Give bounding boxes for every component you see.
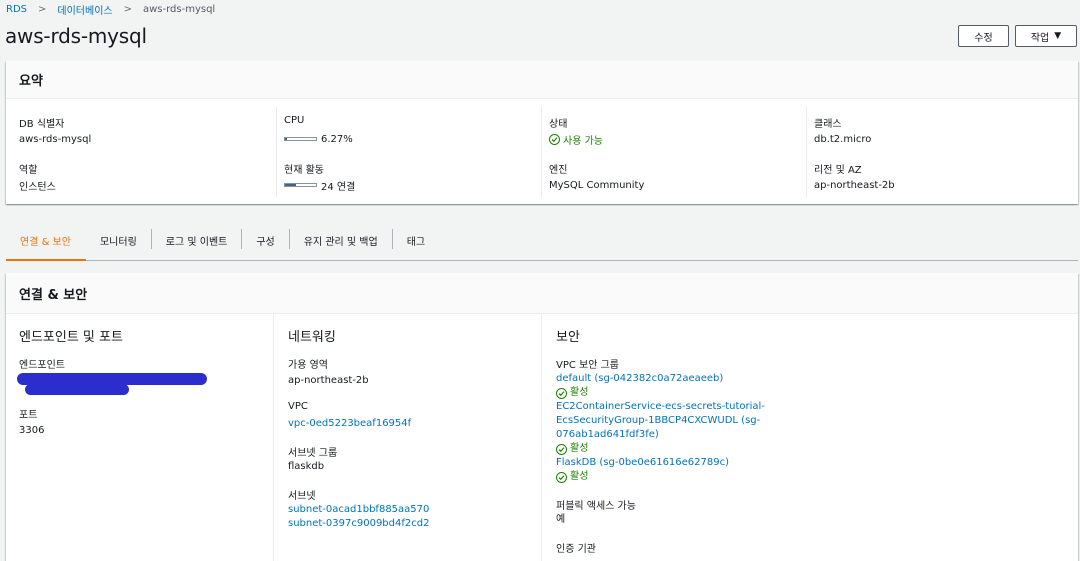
chevron-right-icon: >: [38, 3, 47, 15]
vpc-label: VPC: [288, 401, 308, 412]
endpoint-section-title: 엔드포인트 및 포트: [19, 330, 123, 345]
engine-label: 엔진: [549, 165, 568, 176]
security-group-status: 활성: [556, 470, 941, 484]
tab-maintenance-backups[interactable]: 유지 관리 및 백업: [290, 221, 393, 261]
tab-connectivity[interactable]: 연결 & 보안: [6, 221, 86, 261]
port-label: 포트: [19, 410, 38, 421]
class-label: 클래스: [814, 119, 842, 130]
security-section-title: 보안: [556, 330, 580, 345]
region-value: ap-northeast-2b: [814, 179, 895, 191]
check-circle-icon: [556, 443, 567, 455]
status-value: 사용 가능: [563, 135, 603, 147]
az-label: 가용 영역: [288, 360, 328, 371]
subnet-group-value: flaskdb: [288, 461, 325, 472]
security-group-status: 활성: [556, 386, 941, 400]
activity-value: 24 연결: [321, 181, 356, 193]
security-group-link[interactable]: EC2ContainerService-ecs-secrets-tutorial…: [556, 400, 941, 442]
port-value: 3306: [19, 425, 45, 436]
breadcrumb-rds-link[interactable]: RDS: [6, 4, 27, 15]
activity-label: 현재 활동: [284, 165, 324, 176]
connectivity-panel: 연결 & 보안 엔드포인트 및 포트 엔드포인트 포트 3306 네트워킹 가용…: [6, 273, 1078, 561]
summary-column-class: 클래스 db.t2.micro 리전 및 AZ ap-northeast-2b: [806, 107, 895, 197]
check-circle-icon: [556, 471, 567, 483]
networking-section: 네트워킹 가용 영역 ap-northeast-2b VPC vpc-0ed52…: [273, 314, 538, 561]
actions-label: 작업: [1030, 32, 1050, 44]
endpoint-value-redacted: [17, 368, 274, 400]
public-access-label: 퍼블릭 액세스 가능: [556, 501, 636, 512]
breadcrumb-current: aws-rds-mysql: [142, 3, 216, 15]
breadcrumb: RDS > 데이터베이스 > aws-rds-mysql: [6, 2, 216, 17]
status-label: 상태: [549, 119, 568, 130]
security-group-link[interactable]: default (sg-042382c0a72aeaeeb): [556, 372, 941, 386]
subnet-link[interactable]: subnet-0acad1bbf885aa570: [288, 503, 538, 517]
cpu-progress-bar: [284, 137, 317, 141]
summary-title: 요약: [6, 61, 1078, 99]
certificate-authority-label: 인증 기관: [556, 544, 596, 555]
activity-progress-fill: [285, 184, 296, 186]
security-group-status: 활성: [556, 442, 941, 456]
summary-column-status: 상태 사용 가능 엔진 MySQL Community: [541, 107, 644, 197]
security-group-link[interactable]: FlaskDB (sg-0be0e61616e62789c): [556, 456, 941, 470]
engine-value: MySQL Community: [549, 179, 645, 191]
summary-panel: 요약 DB 식별자 aws-rds-mysql 역할 인스턴스 CPU 6.27…: [6, 61, 1078, 204]
redaction-mark: [25, 384, 129, 395]
activity-progress-bar: [284, 183, 317, 187]
region-label: 리전 및 AZ: [814, 165, 862, 176]
tab-monitoring[interactable]: 모니터링: [86, 221, 152, 261]
modify-button[interactable]: 수정: [958, 25, 1009, 47]
networking-section-title: 네트워킹: [288, 330, 336, 345]
az-value: ap-northeast-2b: [288, 375, 369, 386]
security-section: 보안 VPC 보안 그룹 default (sg-042382c0a72aeae…: [541, 314, 941, 561]
caret-down-icon: ▼: [1054, 31, 1062, 41]
endpoint-label: 엔드포인트: [19, 360, 65, 371]
db-id-value: aws-rds-mysql: [19, 133, 92, 145]
tab-logs-events[interactable]: 로그 및 이벤트: [152, 221, 243, 261]
cpu-label: CPU: [284, 115, 305, 126]
subnet-group-label: 서브넷 그룹: [288, 448, 338, 459]
class-value: db.t2.micro: [814, 133, 872, 145]
connectivity-title: 연결 & 보안: [6, 273, 1078, 314]
subnets-label: 서브넷: [288, 491, 316, 502]
summary-column-identifier: DB 식별자 aws-rds-mysql 역할 인스턴스: [19, 107, 91, 197]
tab-tags[interactable]: 태그: [393, 221, 440, 261]
endpoint-section: 엔드포인트 및 포트 엔드포인트 포트 3306: [17, 314, 274, 561]
subnet-link[interactable]: subnet-0397c9009bd4f2cd2: [288, 517, 538, 531]
vpc-link[interactable]: vpc-0ed5223beaf16954f: [288, 417, 538, 431]
check-circle-icon: [556, 387, 567, 399]
public-access-value: 예: [556, 514, 566, 525]
role-value: 인스턴스: [19, 181, 56, 193]
role-label: 역할: [19, 165, 38, 176]
cpu-progress-fill: [285, 138, 287, 140]
page-title: aws-rds-mysql: [5, 24, 147, 48]
summary-column-cpu: CPU 6.27% 현재 활동 24 연결: [276, 107, 355, 197]
tab-configuration[interactable]: 구성: [242, 221, 290, 261]
vpc-sg-label: VPC 보안 그룹: [556, 360, 620, 371]
cpu-value: 6.27%: [321, 133, 353, 145]
chevron-right-icon: >: [123, 3, 132, 15]
db-id-label: DB 식별자: [19, 119, 65, 130]
check-circle-icon: [549, 133, 560, 145]
breadcrumb-databases-link[interactable]: 데이터베이스: [57, 2, 112, 17]
actions-dropdown-button[interactable]: 작업 ▼: [1015, 25, 1077, 47]
detail-tabs: 연결 & 보안 모니터링 로그 및 이벤트 구성 유지 관리 및 백업 태그: [6, 221, 1078, 261]
